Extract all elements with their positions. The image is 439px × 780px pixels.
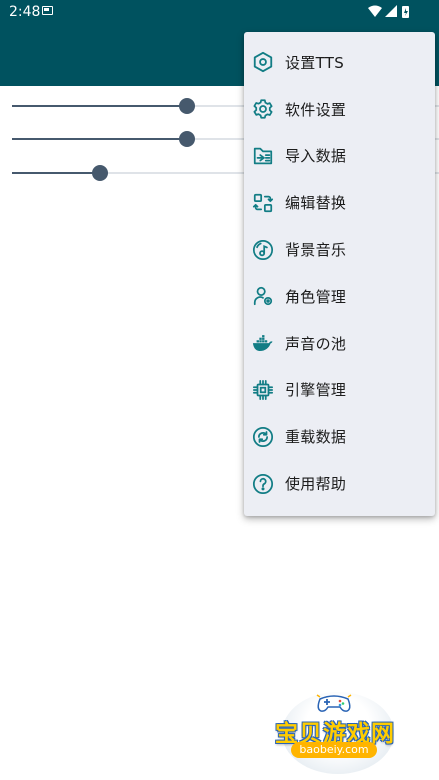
slider-active-track bbox=[12, 138, 187, 140]
reload-icon bbox=[252, 426, 274, 448]
docker-whale-icon bbox=[252, 332, 274, 354]
gear-icon bbox=[252, 98, 274, 120]
watermark-url: baobeiy.com bbox=[291, 742, 377, 758]
menu-item-label: 使用帮助 bbox=[285, 475, 347, 494]
person-settings-icon bbox=[252, 285, 274, 307]
cell-signal-icon bbox=[385, 5, 397, 17]
music-disc-icon bbox=[252, 239, 274, 261]
menu-item-import-data[interactable]: 导入数据 bbox=[244, 133, 435, 180]
slider-thumb[interactable] bbox=[179, 98, 195, 114]
menu-item-label: 编辑替换 bbox=[285, 194, 347, 213]
menu-item-engine-management[interactable]: 引擎管理 bbox=[244, 367, 435, 414]
overflow-menu: 设置TTS 软件设置 导入数据 编辑替换 背景音乐 角色管理 声音の池 引擎管理… bbox=[244, 32, 435, 516]
status-icons bbox=[367, 4, 411, 20]
menu-item-edit-replace[interactable]: 编辑替换 bbox=[244, 179, 435, 226]
slider-active-track bbox=[12, 172, 100, 174]
menu-item-label: 设置TTS bbox=[285, 53, 345, 72]
menu-item-label: 软件设置 bbox=[285, 100, 347, 119]
slider-thumb[interactable] bbox=[92, 165, 108, 181]
wifi-icon bbox=[368, 5, 382, 17]
chip-icon bbox=[252, 379, 274, 401]
slider-active-track bbox=[12, 105, 187, 107]
wifi-signal-battery-icons bbox=[368, 5, 409, 18]
menu-item-label: 声音の池 bbox=[285, 334, 347, 353]
slider-thumb[interactable] bbox=[179, 131, 195, 147]
menu-item-background-music[interactable]: 背景音乐 bbox=[244, 226, 435, 273]
status-time: 2:48 bbox=[9, 4, 41, 20]
notification-icon bbox=[42, 6, 53, 15]
hexagon-settings-icon bbox=[252, 51, 274, 73]
menu-item-voice-pool[interactable]: 声音の池 bbox=[244, 320, 435, 367]
import-icon bbox=[252, 145, 274, 167]
menu-item-reload-data[interactable]: 重载数据 bbox=[244, 413, 435, 460]
menu-item-app-settings[interactable]: 软件设置 bbox=[244, 86, 435, 133]
watermark-logo: 宝贝游戏网 baobeiy.com bbox=[262, 690, 408, 774]
menu-item-settings-tts[interactable]: 设置TTS bbox=[244, 39, 435, 86]
menu-item-help[interactable]: 使用帮助 bbox=[244, 460, 435, 507]
gamepad-icon bbox=[314, 691, 354, 715]
menu-item-label: 导入数据 bbox=[285, 147, 347, 166]
status-bar: 2:48 bbox=[0, 0, 439, 24]
swap-icon bbox=[252, 192, 274, 214]
menu-item-label: 角色管理 bbox=[285, 287, 347, 306]
menu-item-role-management[interactable]: 角色管理 bbox=[244, 273, 435, 320]
help-icon bbox=[252, 473, 274, 495]
menu-item-label: 引擎管理 bbox=[285, 381, 347, 400]
menu-item-label: 重载数据 bbox=[285, 428, 347, 447]
menu-item-label: 背景音乐 bbox=[285, 241, 347, 260]
